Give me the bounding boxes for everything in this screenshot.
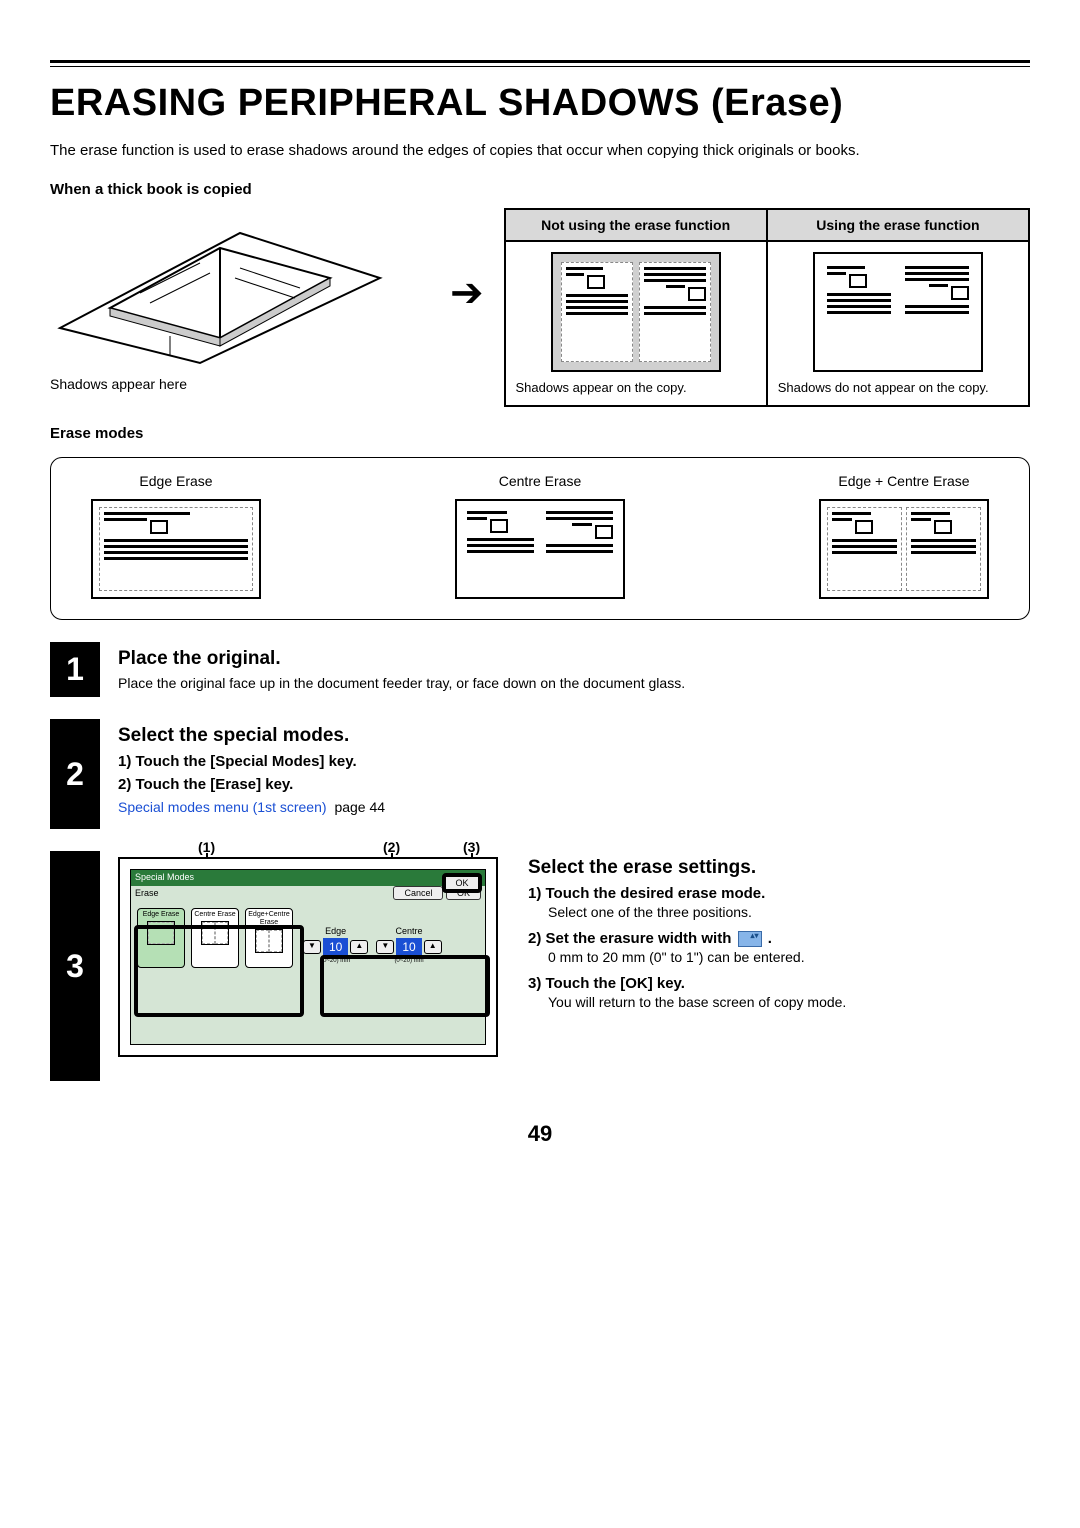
- copy-with-shadow-icon: [551, 252, 721, 372]
- step-3-desc1: Select one of the three positions.: [548, 904, 1030, 920]
- ts-edge-value: 10: [323, 938, 348, 956]
- ts-centre-value: 10: [396, 938, 421, 956]
- mode-edge: Edge Erase: [91, 473, 261, 599]
- page-number: 49: [50, 1121, 1030, 1147]
- step-3-sub2: 2) Set the erasure width with .: [528, 930, 1030, 947]
- compare-cell-left: Shadows appear on the copy.: [505, 241, 767, 406]
- step-1-title: Place the original.: [118, 648, 1030, 670]
- step-2-sub1: 1) Touch the [Special Modes] key.: [118, 753, 1030, 770]
- special-modes-link[interactable]: Special modes menu (1st screen): [118, 799, 327, 815]
- step-2-sub2: 2) Touch the [Erase] key.: [118, 776, 1030, 793]
- step-1-number: 1: [50, 642, 100, 697]
- ts-subtitle: Erase: [135, 888, 159, 900]
- ts-mode-centre-label: Centre Erase: [194, 911, 236, 919]
- ts-edge-down-button[interactable]: ▼: [303, 940, 321, 954]
- thick-book-heading: When a thick book is copied: [50, 181, 1030, 198]
- comparison-row: Shadows appear here ➔ Not using the eras…: [50, 208, 1030, 407]
- step-3-desc3: You will return to the base screen of co…: [548, 994, 1030, 1010]
- compare-header-left: Not using the erase function: [505, 209, 767, 241]
- touchscreen: Special Modes Erase Cancel OK Edge Erase: [118, 857, 498, 1057]
- ts-centre-measure-label: Centre: [396, 926, 423, 936]
- step-2-link-row: Special modes menu (1st screen) page 44: [118, 799, 1030, 815]
- ts-centre-down-button[interactable]: ▼: [376, 940, 394, 954]
- step-2-pageref: page 44: [334, 799, 385, 815]
- spinner-icon: [738, 931, 762, 947]
- right-arrow-icon: ➔: [450, 270, 484, 316]
- step-2: 2 Select the special modes. 1) Touch the…: [50, 719, 1030, 829]
- highlight-box-modes: [134, 925, 304, 1017]
- book-on-glass-icon: [50, 208, 390, 368]
- ts-cancel-button[interactable]: Cancel: [393, 886, 443, 900]
- touchscreen-wrapper: (1) (2) (3) Special Modes Erase Cancel O…: [118, 857, 498, 1057]
- ts-centre-up-button[interactable]: ▲: [424, 940, 442, 954]
- erase-modes-box: Edge Erase Centre Erase Edge + Centre Er…: [50, 457, 1030, 620]
- step-1: 1 Place the original. Place the original…: [50, 642, 1030, 697]
- step-1-text: Place the original face up in the docume…: [118, 675, 1030, 691]
- ts-edge-measure-label: Edge: [325, 926, 346, 936]
- step-3-sub2-b: .: [768, 930, 772, 947]
- compare-caption-left: Shadows appear on the copy.: [516, 380, 687, 395]
- mode-edge-centre-icon: [819, 499, 989, 599]
- arrow-wrap: ➔: [450, 208, 484, 378]
- mode-centre-icon: [455, 499, 625, 599]
- book-illustration-area: Shadows appear here: [50, 208, 430, 392]
- step-3: 3 (1) (2) (3) Special Modes Erase Cancel: [50, 851, 1030, 1081]
- intro-text: The erase function is used to erase shad…: [50, 140, 1030, 161]
- compare-caption-right: Shadows do not appear on the copy.: [778, 380, 989, 395]
- mode-edge-centre-label: Edge + Centre Erase: [819, 473, 989, 489]
- mode-edge-icon: [91, 499, 261, 599]
- page-title: ERASING PERIPHERAL SHADOWS (Erase): [50, 82, 1030, 125]
- ts-mode-edge-label: Edge Erase: [140, 911, 182, 919]
- mode-edge-label: Edge Erase: [91, 473, 261, 489]
- compare-cell-right: Shadows do not appear on the copy.: [767, 241, 1029, 406]
- mode-edge-centre: Edge + Centre Erase: [819, 473, 989, 599]
- top-rule: [50, 60, 1030, 67]
- step-2-number: 2: [50, 719, 100, 829]
- mode-centre-label: Centre Erase: [455, 473, 625, 489]
- compare-header-right: Using the erase function: [767, 209, 1029, 241]
- mode-centre: Centre Erase: [455, 473, 625, 599]
- highlight-box-width: [320, 955, 490, 1017]
- step-3-number: 3: [50, 851, 100, 1081]
- book-caption: Shadows appear here: [50, 376, 430, 392]
- ts-edge-up-button[interactable]: ▲: [350, 940, 368, 954]
- step-3-title: Select the erase settings.: [528, 857, 1030, 879]
- step-3-sub2-a: 2) Set the erasure width with: [528, 930, 731, 947]
- step-3-sub3: 3) Touch the [OK] key.: [528, 975, 1030, 992]
- erase-modes-heading: Erase modes: [50, 425, 1030, 442]
- step-2-title: Select the special modes.: [118, 725, 1030, 747]
- compare-table: Not using the erase function Using the e…: [504, 208, 1030, 407]
- ts-ok-highlight-button[interactable]: OK: [442, 873, 482, 893]
- step-3-desc2: 0 mm to 20 mm (0" to 1") can be entered.: [548, 949, 1030, 965]
- copy-without-shadow-icon: [813, 252, 983, 372]
- step-3-sub1: 1) Touch the desired erase mode.: [528, 885, 1030, 902]
- ts-titlebar: Special Modes: [131, 870, 485, 886]
